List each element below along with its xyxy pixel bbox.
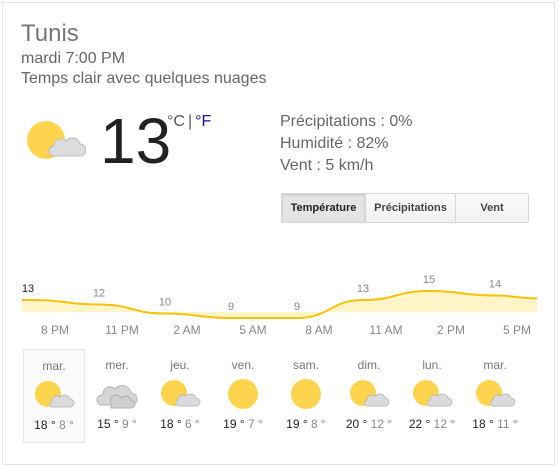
day-name: mer.: [105, 358, 129, 372]
unit-separator: |: [187, 113, 193, 130]
tab-wind[interactable]: Vent: [455, 194, 528, 222]
partly-cloudy-icon: [27, 121, 86, 159]
cloudy-icon: [96, 385, 138, 409]
day-sunday[interactable]: dim. 20 ° 12 °: [338, 349, 400, 443]
high-temp: 22 °: [408, 417, 431, 431]
high-temp: 19 °: [223, 417, 245, 431]
low-temp: 8 °: [59, 418, 74, 432]
chart-value-label: 14: [489, 279, 501, 291]
date-time: mardi 7:00 PM: [21, 50, 126, 67]
time-label: 5 PM: [502, 323, 531, 337]
metric-tabs: Température Précipitations Vent: [281, 193, 529, 223]
fahrenheit-link[interactable]: °F: [195, 113, 211, 130]
celsius-unit: °C: [167, 113, 185, 130]
time-label: 8 AM: [305, 323, 333, 337]
time-label: 11 AM: [369, 323, 403, 337]
low-temp: 12 °: [370, 417, 393, 431]
location-title: Tunis: [21, 20, 79, 47]
low-temp: 7 °: [248, 417, 263, 431]
day-name: dim.: [357, 358, 381, 372]
high-temp: 18 °: [472, 417, 494, 431]
chart-value-label: 9: [228, 301, 234, 313]
day-tuesday[interactable]: mar. 18 ° 8 °: [23, 349, 85, 443]
day-name: lun.: [422, 358, 442, 372]
high-temp: 20 °: [345, 417, 368, 431]
low-temp: 9 °: [122, 417, 137, 431]
chart-value-label: 10: [159, 297, 171, 309]
day-saturday[interactable]: sam. 19 ° 8 °: [275, 349, 337, 443]
tab-temperature[interactable]: Température: [282, 194, 365, 222]
tab-precipitation[interactable]: Précipitations: [365, 194, 455, 222]
partly-cloudy-icon: [476, 380, 516, 407]
chart-value-label: 13: [357, 283, 369, 295]
high-temp: 15 °: [97, 417, 119, 431]
day-wednesday[interactable]: mer. 15 ° 9 °: [86, 349, 148, 443]
condition-text: Temps clair avec quelques nuages: [21, 70, 267, 87]
day-friday[interactable]: ven. 19 ° 7 °: [212, 349, 274, 443]
time-label: 2 PM: [436, 323, 465, 337]
precipitation-text: Précipitations : 0%: [280, 113, 413, 130]
partly-cloudy-icon: [35, 381, 75, 408]
high-temp: 18 °: [34, 418, 56, 432]
wind-text: Vent : 5 km/h: [280, 157, 374, 174]
chart-value-label: 9: [294, 301, 300, 313]
day-name: jeu.: [170, 358, 190, 372]
sun-icon: [291, 379, 321, 409]
chart-value-label: 15: [423, 274, 435, 286]
day-name: sam.: [292, 358, 319, 372]
time-label: 11 PM: [105, 323, 139, 337]
day-name: mar.: [42, 359, 66, 373]
current-temperature: 13: [100, 105, 172, 177]
day-monday[interactable]: lun. 22 ° 12 °: [401, 349, 463, 443]
chart-value-label: 13: [22, 283, 34, 295]
unit-toggle: °C | °F: [167, 113, 211, 131]
humidity-text: Humidité : 82%: [280, 135, 389, 152]
partly-cloudy-icon: [350, 380, 390, 407]
time-label: 2 AM: [173, 323, 201, 337]
day-tuesday-next[interactable]: mar. 18 ° 11 °: [464, 349, 526, 443]
high-temp: 18 °: [160, 417, 182, 431]
partly-cloudy-icon: [413, 380, 453, 407]
time-label: 8 PM: [40, 323, 69, 337]
sun-icon: [228, 379, 258, 409]
day-thursday[interactable]: jeu. 18 ° 6 °: [149, 349, 211, 443]
low-temp: 12 °: [433, 417, 456, 431]
partly-cloudy-icon: [161, 380, 201, 407]
time-label: 5 AM: [239, 323, 267, 337]
day-name: mar.: [483, 358, 507, 372]
low-temp: 6 °: [185, 417, 200, 431]
low-temp: 11 °: [497, 417, 518, 431]
low-temp: 8 °: [311, 417, 326, 431]
day-name: ven.: [231, 358, 255, 372]
high-temp: 19 °: [286, 417, 308, 431]
chart-value-label: 12: [93, 288, 105, 300]
weather-details: Précipitations : 0% Humidité : 82% Vent …: [280, 111, 413, 177]
